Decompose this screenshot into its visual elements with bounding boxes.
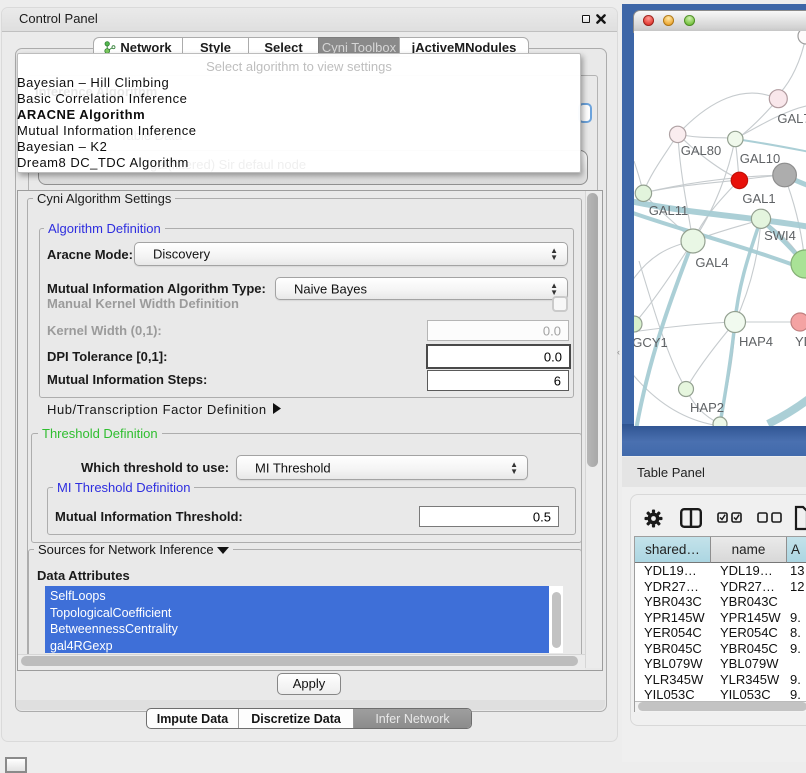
- svg-text:GAL10: GAL10: [740, 151, 780, 166]
- svg-text:GAL4: GAL4: [695, 255, 728, 270]
- svg-text:GAL11: GAL11: [649, 203, 689, 218]
- svg-text:HAP2: HAP2: [690, 400, 724, 415]
- svg-text:GCY1: GCY1: [634, 335, 668, 350]
- svg-text:GAL7: GAL7: [777, 111, 806, 126]
- svg-text:GAL1: GAL1: [742, 191, 775, 206]
- svg-text:YD: YD: [795, 334, 806, 349]
- svg-text:HAP4: HAP4: [739, 334, 773, 349]
- svg-text:GAL80: GAL80: [681, 143, 721, 158]
- svg-text:SWI4: SWI4: [764, 228, 796, 243]
